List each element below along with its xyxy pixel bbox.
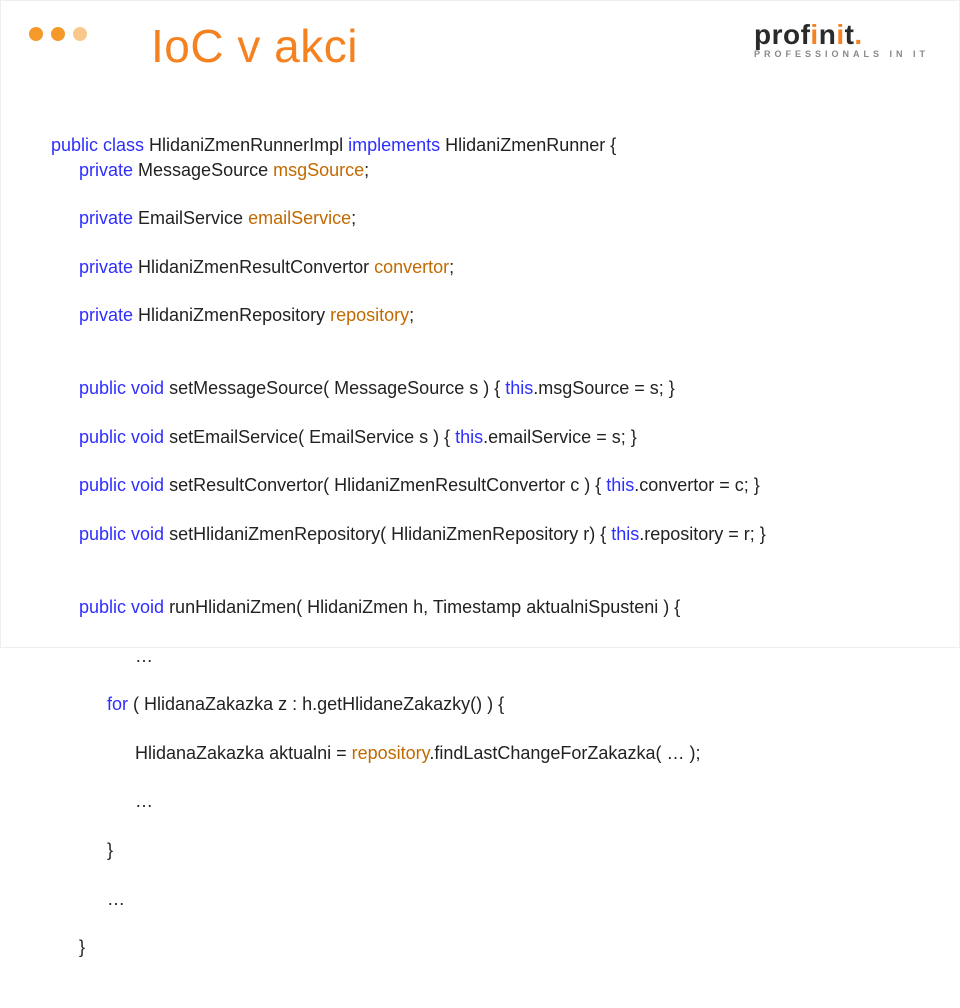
brand-wordmark: profinit. — [754, 19, 929, 51]
logo-dot: . — [854, 19, 862, 50]
code-text: HlidaniZmenRepository — [133, 305, 330, 325]
code-keyword: public class — [51, 135, 144, 155]
code-keyword: private — [79, 257, 133, 277]
code-text: EmailService — [133, 208, 248, 228]
code-keyword: private — [79, 305, 133, 325]
dot-icon — [51, 27, 65, 41]
code-text: ; — [364, 160, 369, 180]
code-text: setMessageSource( MessageSource s ) { — [164, 378, 505, 398]
brand-logo: profinit. PROFESSIONALS IN IT — [754, 19, 929, 59]
dot-icon — [29, 27, 43, 41]
code-text: ; — [449, 257, 454, 277]
code-text: .repository = r; } — [639, 524, 766, 544]
code-text: … — [135, 644, 909, 668]
code-text: … — [107, 887, 909, 911]
code-keyword: this — [606, 475, 634, 495]
code-block: public class HlidaniZmenRunnerImpl imple… — [51, 109, 909, 1008]
code-text: setResultConvertor( HlidaniZmenResultCon… — [164, 475, 606, 495]
code-keyword: private — [79, 160, 133, 180]
code-field: repository — [352, 743, 430, 763]
code-field: repository — [330, 305, 409, 325]
code-text: } — [79, 935, 909, 959]
code-text: HlidaniZmenRunnerImpl — [144, 135, 348, 155]
code-text: } — [107, 838, 909, 862]
dot-icon — [73, 27, 87, 41]
code-text: HlidanaZakazka aktualni = — [135, 743, 352, 763]
logo-part: prof — [754, 19, 810, 50]
code-text: HlidaniZmenRunner { — [440, 135, 616, 155]
code-field: msgSource — [273, 160, 364, 180]
logo-part: i — [810, 19, 818, 50]
brand-tagline: PROFESSIONALS IN IT — [754, 49, 929, 59]
code-text: .emailService = s; } — [483, 427, 637, 447]
code-field: emailService — [248, 208, 351, 228]
code-text: ; — [409, 305, 414, 325]
code-text: MessageSource — [133, 160, 273, 180]
code-text: .msgSource = s; } — [533, 378, 675, 398]
code-keyword: this — [455, 427, 483, 447]
code-keyword: public void — [79, 475, 164, 495]
code-text: .findLastChangeForZakazka( … ); — [429, 743, 700, 763]
logo-part: t — [845, 19, 855, 50]
logo-part: i — [836, 19, 844, 50]
code-keyword: public void — [79, 524, 164, 544]
code-text: ; — [351, 208, 356, 228]
code-keyword: this — [505, 378, 533, 398]
code-text: … — [135, 789, 909, 813]
logo-part: n — [819, 19, 837, 50]
code-text: .convertor = c; } — [634, 475, 760, 495]
slide-title: IoC v akci — [151, 19, 358, 73]
code-keyword: public void — [79, 427, 164, 447]
code-text: setHlidaniZmenRepository( HlidaniZmenRep… — [164, 524, 611, 544]
code-keyword: public void — [79, 597, 164, 617]
code-keyword: implements — [348, 135, 440, 155]
code-keyword: for — [107, 694, 128, 714]
code-field: convertor — [374, 257, 449, 277]
code-text: setEmailService( EmailService s ) { — [164, 427, 455, 447]
code-keyword: private — [79, 208, 133, 228]
slide: profinit. PROFESSIONALS IN IT IoC v akci… — [0, 0, 960, 648]
code-text: HlidaniZmenResultConvertor — [133, 257, 374, 277]
code-keyword: public void — [79, 378, 164, 398]
code-keyword: this — [611, 524, 639, 544]
decorative-dots — [29, 27, 87, 41]
code-text: runHlidaniZmen( HlidaniZmen h, Timestamp… — [164, 597, 680, 617]
code-text: ( HlidanaZakazka z : h.getHlidaneZakazky… — [128, 694, 504, 714]
